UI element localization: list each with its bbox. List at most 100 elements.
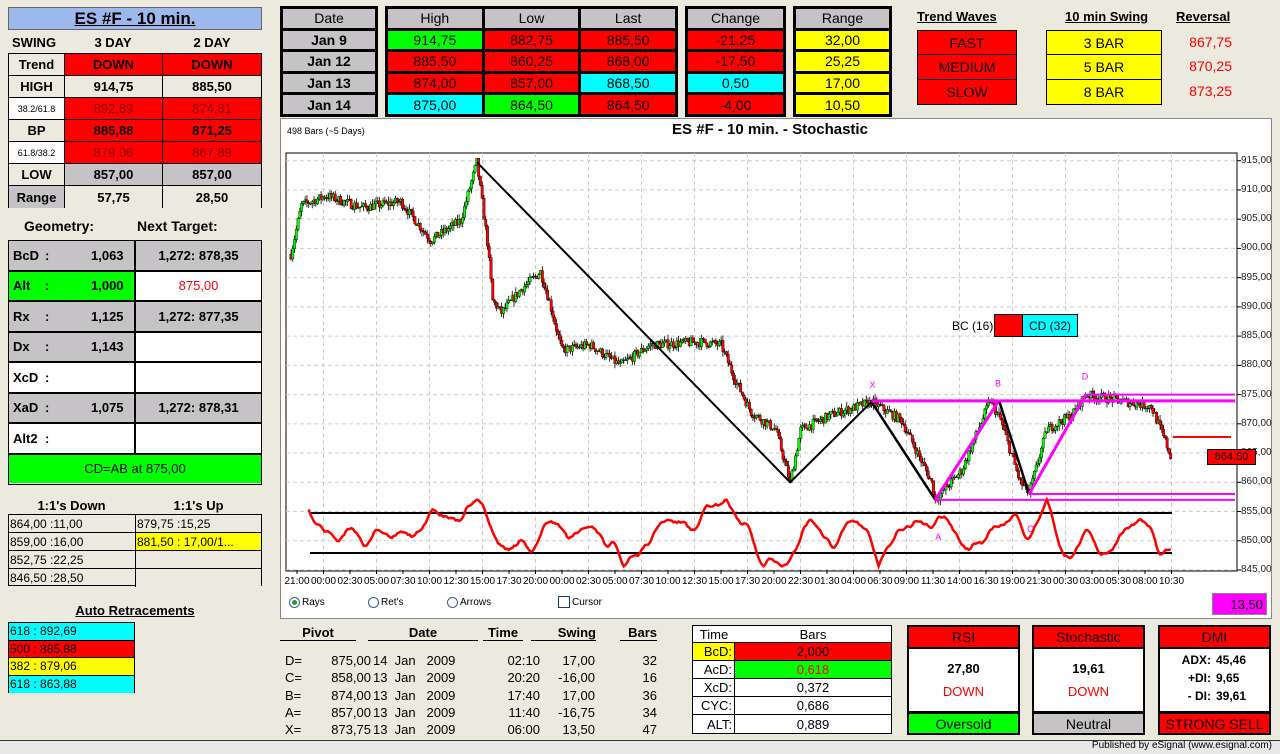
x-tick-label: 20:00 xyxy=(522,576,549,587)
candle-body xyxy=(1109,395,1112,398)
x-tick-label: 22:30 xyxy=(787,576,814,587)
candle-body xyxy=(298,211,302,219)
candle-body xyxy=(523,286,527,293)
candle-body xyxy=(1032,470,1036,479)
pivot-header: Pivot xyxy=(280,625,356,641)
candle-body xyxy=(714,340,718,344)
candle-body xyxy=(471,171,475,181)
time-bars-row: ALT: 0,889 xyxy=(693,715,891,733)
candle-body xyxy=(310,201,314,204)
x-tick-label: 05:00 xyxy=(602,576,628,587)
candle-body xyxy=(333,193,337,202)
candle-body xyxy=(778,432,781,439)
candle-body xyxy=(544,287,548,291)
candle-body xyxy=(1015,464,1019,471)
candle-body xyxy=(409,208,413,212)
cursor-checkbox[interactable]: Cursor xyxy=(558,596,602,608)
y-tick-label: 860,00 xyxy=(1241,476,1272,488)
pivot-price: 874,00 xyxy=(331,687,371,703)
candle-body xyxy=(1040,447,1043,458)
x-tick-label: 10:00 xyxy=(655,576,681,587)
candle-body xyxy=(751,415,755,418)
candle-body xyxy=(932,480,935,496)
mdi-label: - DI: xyxy=(1187,689,1211,703)
candle-body xyxy=(657,341,661,344)
pivot-bars: 34 xyxy=(642,704,657,720)
pivot-time: 02:10 xyxy=(507,653,540,668)
candle-body xyxy=(517,290,521,297)
candle-body xyxy=(571,345,574,352)
y-tick-label: 915,00 xyxy=(1241,154,1272,166)
candle-body xyxy=(912,441,916,448)
rays-radio[interactable]: Rays xyxy=(289,597,325,608)
rays-label: Rays xyxy=(302,597,325,608)
candle-body xyxy=(540,270,544,283)
candle-body xyxy=(827,414,831,420)
rsi-direction: DOWN xyxy=(942,684,985,699)
candle-body xyxy=(1004,429,1008,436)
candle-body xyxy=(1116,395,1119,400)
cursor-label: Cursor xyxy=(572,596,603,608)
candle-body xyxy=(1001,419,1004,426)
pivot-bars: 36 xyxy=(642,687,657,703)
adx-value: 45,46 xyxy=(1216,653,1247,667)
candle-body xyxy=(925,465,928,472)
candle-body xyxy=(372,203,376,210)
y-tick-label: 890,00 xyxy=(1241,300,1272,312)
y-tick-label: 870,00 xyxy=(1241,417,1272,429)
candle-body xyxy=(301,201,305,204)
rets-radio[interactable]: Ret's xyxy=(368,597,403,608)
candle-body xyxy=(815,418,819,422)
time-bars-key: BcD: xyxy=(693,643,735,660)
candle-body xyxy=(797,437,801,451)
x-tick-label: 05:30 xyxy=(1105,576,1132,587)
rsi-header: RSI xyxy=(909,627,1018,649)
adx-label: ADX: xyxy=(1181,653,1211,667)
pivot-swing: 17,00 xyxy=(562,653,595,668)
cd-box: CD (32) xyxy=(1022,314,1078,337)
y-tick-label: 845,00 xyxy=(1241,564,1272,575)
pivot-header: Swing xyxy=(531,625,596,641)
status-text: Published by eSignal (www.esignal.com) xyxy=(1091,740,1272,751)
candle-body xyxy=(463,205,466,218)
candle-body xyxy=(739,383,742,393)
pivot-time: 06:00 xyxy=(507,722,540,738)
pivot-header: Time xyxy=(483,625,523,641)
candle-body xyxy=(625,358,629,361)
candle-body xyxy=(562,345,565,349)
candle-body xyxy=(404,208,408,212)
x-tick-label: 00:00 xyxy=(310,576,337,587)
candle-body xyxy=(1158,419,1162,425)
candle-body xyxy=(558,334,562,341)
candle-body xyxy=(740,391,744,396)
candle-body xyxy=(785,461,789,467)
y-tick-label: 910,00 xyxy=(1241,183,1272,195)
candle-body xyxy=(769,420,773,430)
y-tick-label: 880,00 xyxy=(1241,359,1272,371)
pivot-price: 858,00 xyxy=(331,670,371,686)
candle-body xyxy=(679,341,682,347)
dmi-status: STRONG SELL xyxy=(1160,711,1269,733)
candle-body xyxy=(525,284,528,287)
candle-body xyxy=(962,468,966,475)
x-tick-label: 19:00 xyxy=(999,576,1026,587)
status-bar xyxy=(0,740,1280,754)
y-tick-label: 875,00 xyxy=(1241,388,1272,400)
candle-body xyxy=(379,205,383,208)
pivot-swing: 13,50 xyxy=(562,722,595,738)
candle-body xyxy=(365,206,369,210)
candle-body xyxy=(983,408,987,419)
pivot-header: Bars xyxy=(620,625,657,641)
candle-body xyxy=(592,342,596,349)
candle-body xyxy=(661,342,665,348)
candle-body xyxy=(730,364,734,374)
arrows-radio[interactable]: Arrows xyxy=(447,597,491,608)
y-tick-label: 895,00 xyxy=(1241,271,1272,283)
candle-body xyxy=(882,404,886,411)
candle-body xyxy=(363,203,367,207)
candle-body xyxy=(1162,429,1166,436)
pivot-label: X xyxy=(870,380,876,390)
candle-body xyxy=(470,180,473,189)
pivot-time: 17:40 xyxy=(507,687,540,703)
value-box: 13,50 xyxy=(1212,593,1267,615)
